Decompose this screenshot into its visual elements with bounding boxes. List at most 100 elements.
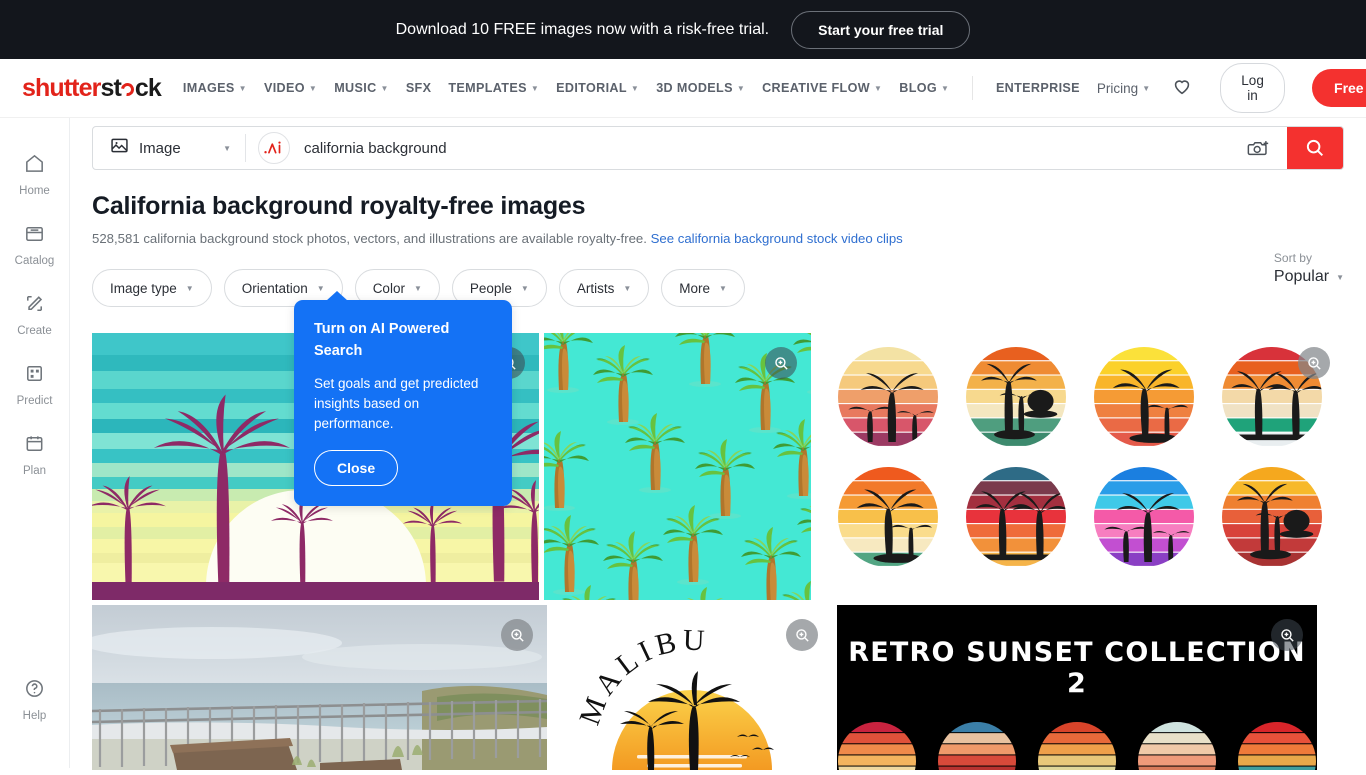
pattern-palm xyxy=(796,493,811,580)
login-button[interactable]: Log in xyxy=(1220,63,1286,113)
sort-by-label: Sort by xyxy=(1273,251,1312,265)
coastal-photo-art xyxy=(92,605,547,770)
pattern-palm xyxy=(674,585,736,600)
retro-sunset-circle xyxy=(824,466,952,587)
nav-label: MUSIC xyxy=(334,81,377,95)
filter-label: People xyxy=(469,280,512,296)
filter-image-type[interactable]: Image type ▼ xyxy=(92,269,212,307)
zoom-in-icon[interactable] xyxy=(765,347,797,379)
tooltip-close-button[interactable]: Close xyxy=(314,449,399,486)
result-tile-malibu-logo[interactable]: MALIBU xyxy=(552,605,832,770)
palm-tree-icon xyxy=(773,419,811,499)
results-row-2: MALIBU RETRO SUNSET COLLECTION 2 xyxy=(92,605,1344,770)
site-header: shutter st ck IMAGES ▼ VIDEO ▼ MUSIC ▼ SFX TE… xyxy=(0,59,1366,118)
chevron-down-icon: ▼ xyxy=(308,83,318,93)
nav-item-sfx[interactable]: SFX xyxy=(406,81,432,95)
filter-label: Orientation xyxy=(241,280,308,296)
sidebar-item-plan[interactable]: Plan xyxy=(0,432,70,477)
banner-sunset-circle xyxy=(1238,722,1316,770)
search-type-dropdown[interactable]: Image ▼ xyxy=(93,127,245,169)
start-free-trial-button[interactable]: Start your free trial xyxy=(791,10,971,49)
catalog-icon xyxy=(23,222,46,250)
palm-tree-icon xyxy=(797,506,811,533)
nav-item-templates[interactable]: TEMPLATES ▼ xyxy=(448,81,539,95)
predict-grid-icon xyxy=(23,362,46,390)
sidebar-item-predict[interactable]: Predict xyxy=(0,362,70,407)
result-tile-coastal-bluff-photo[interactable] xyxy=(92,605,547,770)
tooltip-body: Set goals and get predicted insights bas… xyxy=(314,375,479,432)
free-trial-button[interactable]: Free t xyxy=(1312,69,1366,107)
nav-item-enterprise[interactable]: ENTERPRISE xyxy=(996,81,1080,95)
nav-item-pricing[interactable]: Pricing ▼ xyxy=(1097,81,1150,96)
filter-label: Artists xyxy=(576,280,615,296)
palm-tree-icon xyxy=(663,505,723,585)
nav-label: CREATIVE FLOW xyxy=(762,81,870,95)
logo-text-shutter: shutter xyxy=(22,73,101,102)
nav-item-video[interactable]: VIDEO ▼ xyxy=(264,81,317,95)
zoom-in-icon[interactable] xyxy=(1298,347,1330,379)
sun-circle xyxy=(838,347,938,447)
retro-sunset-circle xyxy=(952,466,1080,587)
chevron-down-icon: ▼ xyxy=(873,83,883,93)
nav-item-editorial[interactable]: EDITORIAL ▼ xyxy=(556,81,639,95)
retro-sunset-circle xyxy=(824,347,952,467)
sun-circle xyxy=(1222,466,1322,567)
search-type-label: Image xyxy=(139,139,181,157)
home-icon xyxy=(23,152,46,180)
camera-plus-icon[interactable] xyxy=(1231,137,1287,159)
palm-tree-icon xyxy=(562,585,616,600)
nav-item-creative-flow[interactable]: CREATIVE FLOW ▼ xyxy=(762,81,882,95)
results-count-line: 528,581 california background stock phot… xyxy=(92,231,1366,246)
filter-artists[interactable]: Artists ▼ xyxy=(558,269,650,307)
chevron-down-icon: ▼ xyxy=(623,283,632,293)
nav-item-images[interactable]: IMAGES ▼ xyxy=(183,81,247,95)
pattern-palm xyxy=(662,503,724,590)
filter-more[interactable]: More ▼ xyxy=(661,269,745,307)
result-tile-palm-pattern[interactable] xyxy=(544,333,811,600)
help-circle-icon xyxy=(23,677,46,705)
result-tile-retro-sunset-circles[interactable] xyxy=(816,333,1344,600)
nav-item-blog[interactable]: BLOG ▼ xyxy=(899,81,949,95)
palm-tree-icon xyxy=(544,333,593,393)
sun-circle xyxy=(1094,347,1194,447)
shutterstock-logo[interactable]: shutter st ck xyxy=(22,73,162,103)
sidebar-item-home[interactable]: Home xyxy=(0,152,70,197)
sidebar-item-label: Create xyxy=(17,325,52,337)
sidebar-item-label: Help xyxy=(22,710,47,722)
sort-by-dropdown[interactable]: Sort by Popular ▼ xyxy=(1274,251,1344,286)
palm-tree-icon xyxy=(675,333,735,387)
nav-label: IMAGES xyxy=(182,81,235,95)
nav-label: VIDEO xyxy=(263,81,305,95)
video-clips-link[interactable]: See california background stock video cl… xyxy=(651,231,903,246)
chevron-down-icon: ▼ xyxy=(223,143,231,153)
zoom-in-icon[interactable] xyxy=(501,619,533,651)
logo-text-st: st xyxy=(100,73,121,102)
ground-band xyxy=(92,582,539,600)
zoom-in-icon[interactable] xyxy=(1271,619,1303,651)
sidebar-item-catalog[interactable]: Catalog xyxy=(0,222,70,267)
palm-tree-icon xyxy=(625,413,685,493)
filter-label: Image type xyxy=(110,280,177,296)
ai-search-icon[interactable] xyxy=(258,132,290,164)
search-input[interactable] xyxy=(300,127,1231,169)
main-navigation: IMAGES ▼ VIDEO ▼ MUSIC ▼ SFX TEMPLATES ▼ EDI… xyxy=(183,63,1366,113)
sidebar-item-create[interactable]: Create xyxy=(0,292,70,337)
chevron-down-icon: ▼ xyxy=(941,83,950,93)
nav-item-3d-models[interactable]: 3D MODELS ▼ xyxy=(656,81,745,95)
chevron-down-icon: ▼ xyxy=(1142,83,1151,93)
favorites-heart-icon[interactable] xyxy=(1171,75,1193,102)
sun-circle xyxy=(966,347,1066,447)
zoom-in-icon[interactable] xyxy=(786,619,818,651)
chevron-down-icon: ▼ xyxy=(413,283,422,293)
sun-circle xyxy=(838,466,938,567)
filter-label: Color xyxy=(372,280,405,296)
retro-sunset-circle xyxy=(1080,466,1208,587)
search-button[interactable] xyxy=(1287,127,1343,169)
sidebar-item-help[interactable]: Help xyxy=(0,677,70,722)
result-tile-retro-sunset-banner[interactable]: RETRO SUNSET COLLECTION 2 xyxy=(837,605,1317,770)
nav-label: EDITORIAL xyxy=(556,81,627,95)
nav-item-music[interactable]: MUSIC ▼ xyxy=(334,81,389,95)
sun-circle xyxy=(1094,466,1194,567)
palm-tree-icon xyxy=(687,587,723,600)
nav-label: SFX xyxy=(405,81,432,95)
